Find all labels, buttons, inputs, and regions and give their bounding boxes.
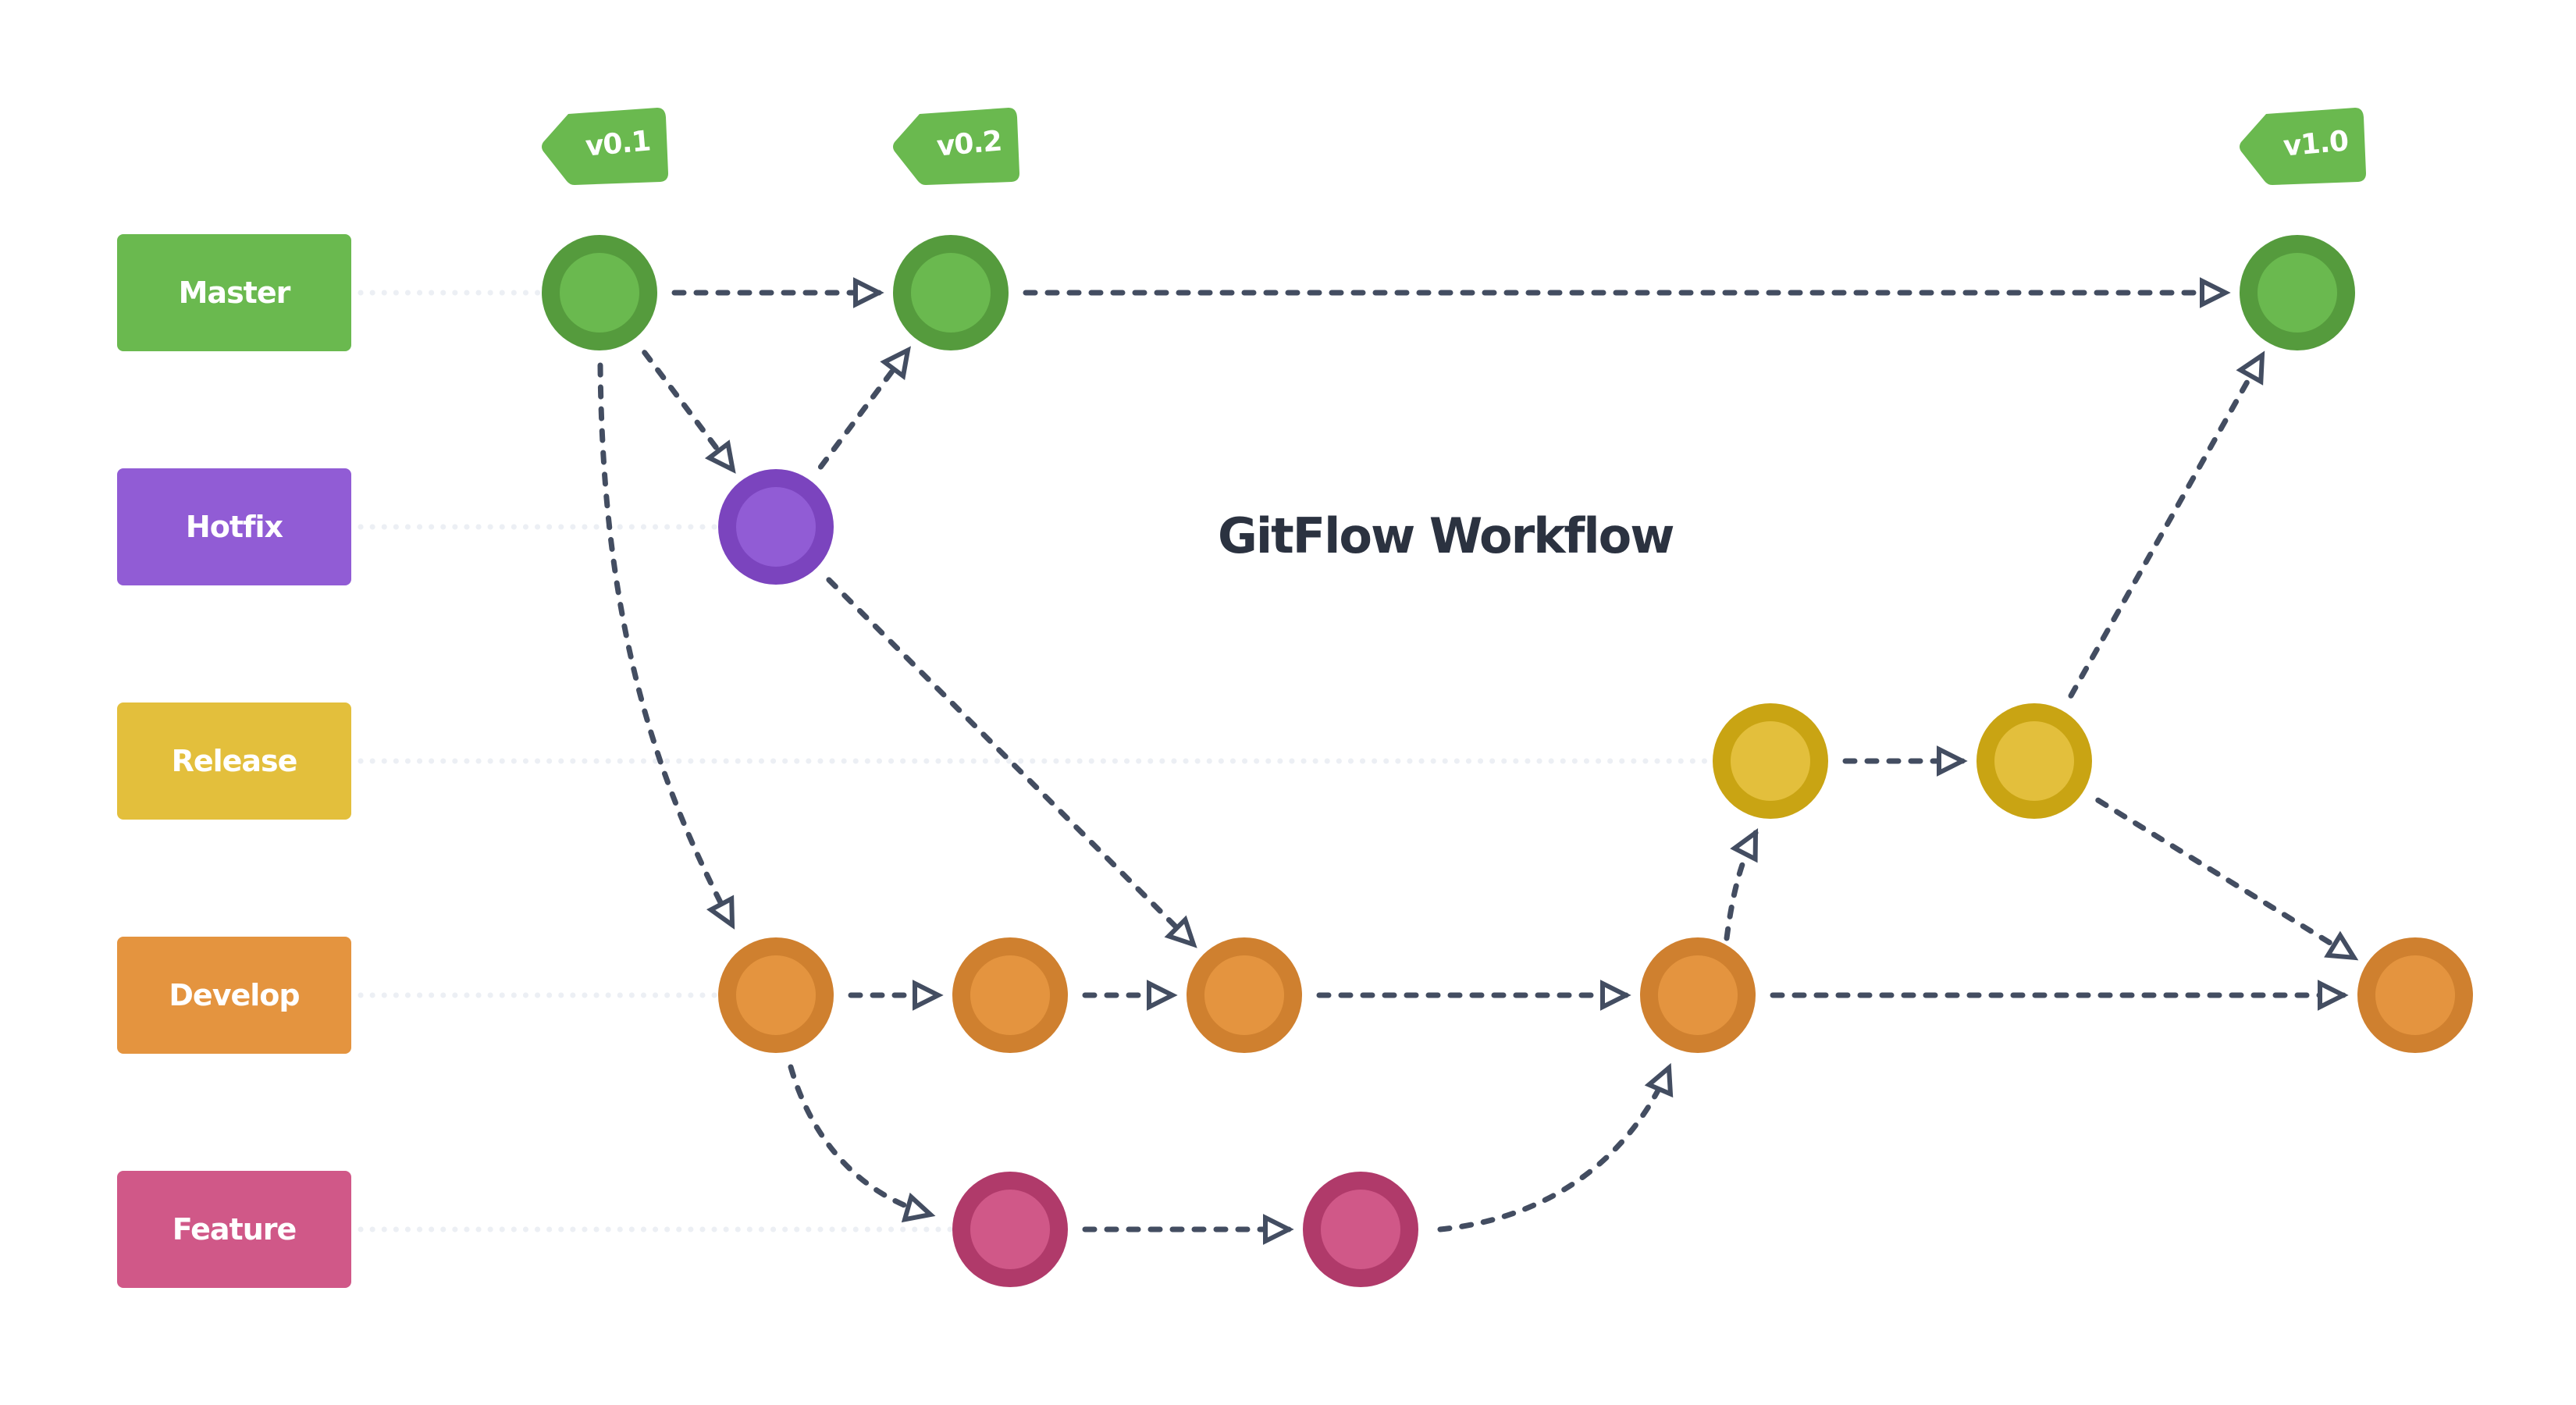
commit-node-d5[interactable]	[2357, 937, 2473, 1053]
commit-node-f1[interactable]	[952, 1172, 1068, 1287]
version-tag-label: v1.0	[2282, 124, 2350, 163]
edge-line	[1437, 1065, 1672, 1232]
edge-m1-h1	[642, 350, 736, 474]
arrowhead-icon	[2236, 350, 2265, 386]
edge-line	[597, 362, 735, 928]
arrowhead-icon	[853, 277, 884, 308]
edge-line	[2095, 797, 2357, 961]
arrowhead-icon	[1263, 1214, 1294, 1245]
commit-core	[1658, 955, 1738, 1035]
edge-d4-d5	[1770, 980, 2349, 1011]
commit-node-h1[interactable]	[718, 469, 834, 585]
edge-r1-r2	[1842, 745, 1968, 777]
commit-node-r1[interactable]	[1713, 703, 1828, 819]
gitflow-diagram	[358, 235, 2473, 1287]
edge-h1-m2	[817, 346, 911, 470]
arrowhead-icon	[2318, 980, 2349, 1011]
edge-m1-d1	[597, 362, 735, 930]
commit-core	[736, 487, 816, 567]
edge-d1-d2	[848, 980, 944, 1011]
arrowhead-icon	[1644, 1062, 1674, 1098]
arrowhead-icon	[901, 1192, 936, 1223]
edge-m2-m3	[1023, 277, 2231, 308]
version-tag-label: v0.1	[584, 124, 652, 163]
commit-node-m3[interactable]	[2240, 235, 2355, 350]
arrowhead-icon	[704, 439, 736, 474]
commit-node-d2[interactable]	[952, 937, 1068, 1053]
edge-r2-m3	[2068, 350, 2265, 699]
arrowhead-icon	[2200, 277, 2231, 308]
commit-core	[560, 253, 639, 333]
arrowhead-icon	[880, 346, 911, 381]
arrowhead-icon	[913, 980, 944, 1011]
version-tag-label: v0.2	[935, 124, 1003, 163]
edge-f2-d4	[1437, 1062, 1674, 1232]
commit-node-m1[interactable]	[542, 235, 657, 350]
edge-d3-d4	[1316, 980, 1631, 1011]
commit-core	[970, 1190, 1050, 1269]
commit-core	[1731, 721, 1810, 801]
commit-node-f2[interactable]	[1303, 1172, 1418, 1287]
arrowhead-icon	[1147, 980, 1178, 1011]
edge-m1-m2	[671, 277, 884, 308]
commit-core	[1994, 721, 2074, 801]
arrowhead-icon	[1730, 828, 1759, 863]
version-tag[interactable]: v0.1	[540, 108, 669, 185]
commit-node-d4[interactable]	[1640, 937, 1756, 1053]
edge-r2-d5	[2095, 797, 2359, 961]
commit-core	[2258, 253, 2337, 333]
arrowhead-icon	[2324, 930, 2359, 961]
commit-node-d1[interactable]	[718, 937, 834, 1053]
commit-core	[1321, 1190, 1400, 1269]
commit-core	[2375, 955, 2455, 1035]
commit-node-m2[interactable]	[893, 235, 1009, 350]
commit-node-r2[interactable]	[1976, 703, 2092, 819]
edge-d2-d3	[1082, 980, 1178, 1011]
version-tag[interactable]: v1.0	[2238, 108, 2367, 185]
diagram-title: GitFlow Workflow	[1218, 507, 1675, 564]
edge-line	[2068, 352, 2265, 699]
branch-guide-lines	[358, 290, 1716, 1232]
branch-label-master[interactable]: Master	[117, 234, 351, 351]
commit-core	[911, 253, 991, 333]
edge-line	[788, 1064, 934, 1218]
commit-node-d3[interactable]	[1187, 937, 1302, 1053]
branch-label-feature[interactable]: Feature	[117, 1171, 351, 1288]
branch-label-release[interactable]: Release	[117, 702, 351, 820]
branch-label-develop[interactable]: Develop	[117, 937, 351, 1054]
edge-d4-r1	[1724, 828, 1759, 941]
edge-d1-f1	[788, 1064, 936, 1223]
version-tag[interactable]: v0.2	[891, 108, 1020, 185]
edge-f1-f2	[1082, 1214, 1294, 1245]
arrowhead-icon	[1937, 745, 1968, 777]
arrowhead-icon	[706, 895, 735, 930]
commit-core	[736, 955, 816, 1035]
branch-label-hotfix[interactable]: Hotfix	[117, 468, 351, 585]
commit-core	[1204, 955, 1284, 1035]
commit-core	[970, 955, 1050, 1035]
arrowhead-icon	[1600, 980, 1631, 1011]
